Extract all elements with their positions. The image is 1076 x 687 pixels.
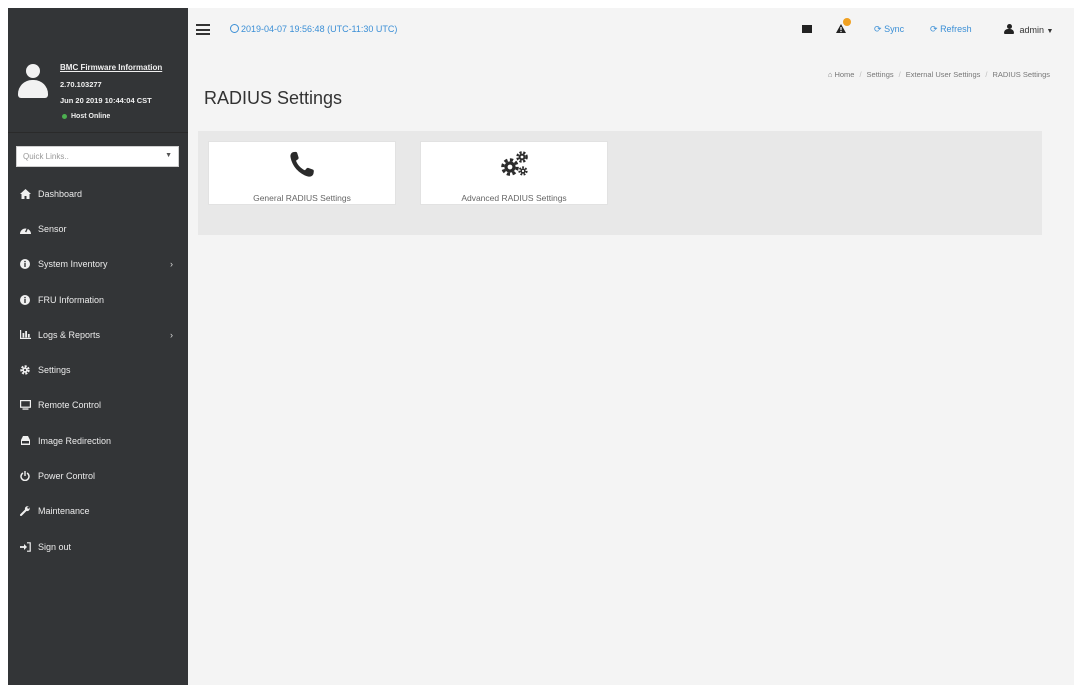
sync-button[interactable]: ⟳ Sync [874,24,904,35]
breadcrumb-settings[interactable]: Settings [867,70,894,79]
sidebar-nav: Dashboard Sensor System Inventory › FRU [8,176,188,564]
sidebar: BMC Firmware Information 2.70.103277 Jun… [8,8,188,685]
sidebar-item-logs-reports[interactable]: Logs & Reports › [8,317,188,352]
sidebar-item-label: Sensor [38,223,67,234]
quick-links-select[interactable]: Quick Links.. ▼ [16,146,179,167]
messages-button[interactable] [802,24,812,34]
datetime-text: 2019-04-07 19:56:48 (UTC-11:30 UTC) [241,24,398,34]
sidebar-item-label: Sign out [38,541,72,552]
sidebar-item-label: Remote Control [38,400,102,411]
page-title: RADIUS Settings [204,88,343,108]
gear-icon [19,364,31,376]
phone-icon [209,150,395,178]
sidebar-item-maintenance[interactable]: Maintenance [8,494,188,529]
sidebar-item-sensor[interactable]: Sensor [8,211,188,246]
card-label: General RADIUS Settings [253,193,351,203]
breadcrumb: ⌂ Home / Settings / External User Settings / R… [827,70,1050,79]
sidebar-item-image-redirection[interactable]: Image Redirection [8,423,188,458]
app-window: BMC Firmware Information 2.70.103277 Jun… [8,8,1074,685]
envelope-icon [802,25,812,33]
sidebar-item-label: Settings [38,365,71,376]
firmware-build-date: Jun 20 2019 10:44:04 CST [60,96,152,105]
user-label: admin [1019,25,1045,35]
sidebar-item-label: Dashboard [38,188,83,199]
alert-badge [843,18,851,26]
sidebar-item-label: Power Control [38,471,96,482]
sidebar-item-settings[interactable]: Settings [8,352,188,387]
monitor-icon [19,399,31,411]
sidebar-item-label: FRU Information [38,294,105,305]
power-icon [19,470,31,482]
caret-down-icon: ▼ [1046,28,1054,35]
current-datetime: 2019-04-07 19:56:48 (UTC-11:30 UTC) [230,24,397,34]
disc-icon [19,435,31,447]
sidebar-item-label: Image Redirection [38,435,112,446]
info-icon [19,258,31,270]
sidebar-item-remote-control[interactable]: Remote Control [8,388,188,423]
host-status: Host Online [62,113,110,120]
user-menu[interactable]: admin ▼ [1004,24,1053,35]
chevron-down-icon: ▼ [165,152,172,159]
sidebar-item-label: Maintenance [38,506,90,517]
top-bar: 2019-04-07 19:56:48 (UTC-11:30 UTC) ⟳ Sy… [188,8,1074,52]
sync-icon: ⟳ [874,24,882,34]
general-radius-settings-card[interactable]: General RADIUS Settings [208,141,396,205]
refresh-button[interactable]: ⟳ Refresh [930,24,972,35]
hamburger-menu-icon[interactable] [196,24,210,35]
refresh-icon: ⟳ [930,24,938,34]
card-label: Advanced RADIUS Settings [461,193,567,203]
gears-icon [421,150,607,178]
breadcrumb-current: RADIUS Settings [992,70,1050,79]
sidebar-item-sign-out[interactable]: Sign out [8,529,188,564]
user-avatar-icon [18,64,48,98]
sidebar-item-system-inventory[interactable]: System Inventory › [8,247,188,282]
breadcrumb-external-user-settings[interactable]: External User Settings [906,70,981,79]
chart-icon [19,329,31,341]
status-dot-icon [62,113,67,119]
sidebar-item-label: System Inventory [38,259,108,270]
sensor-icon [19,223,31,235]
sign-out-icon [19,541,31,553]
settings-card-panel: General RADIUS Settings Advanced RADIUS … [198,131,1042,235]
alerts-button[interactable] [836,18,851,35]
sidebar-item-power-control[interactable]: Power Control [8,458,188,493]
sidebar-item-fru-information[interactable]: FRU Information [8,282,188,317]
firmware-version: 2.70.103277 [60,80,102,89]
sync-label: Sync [884,24,905,34]
info-icon [19,294,31,306]
main-content: RADIUS Settings ⌂ Home / Settings / External… [188,52,1074,685]
chevron-right-icon: › [170,329,173,340]
quick-links-placeholder: Quick Links.. [23,152,69,161]
home-icon [19,188,31,200]
clock-icon [230,24,239,33]
firmware-info-panel: BMC Firmware Information 2.70.103277 Jun… [8,8,188,133]
breadcrumb-home[interactable]: ⌂ Home [828,70,855,79]
chevron-right-icon: › [170,259,173,270]
sidebar-item-dashboard[interactable]: Dashboard [8,176,188,211]
home-icon: ⌂ [827,70,833,79]
refresh-label: Refresh [940,24,972,34]
wrench-icon [19,505,31,517]
host-status-label: Host Online [71,113,111,120]
advanced-radius-settings-card[interactable]: Advanced RADIUS Settings [420,141,608,205]
user-icon [1004,24,1014,34]
firmware-info-link[interactable]: BMC Firmware Information [60,63,162,72]
sidebar-item-label: Logs & Reports [38,329,101,340]
